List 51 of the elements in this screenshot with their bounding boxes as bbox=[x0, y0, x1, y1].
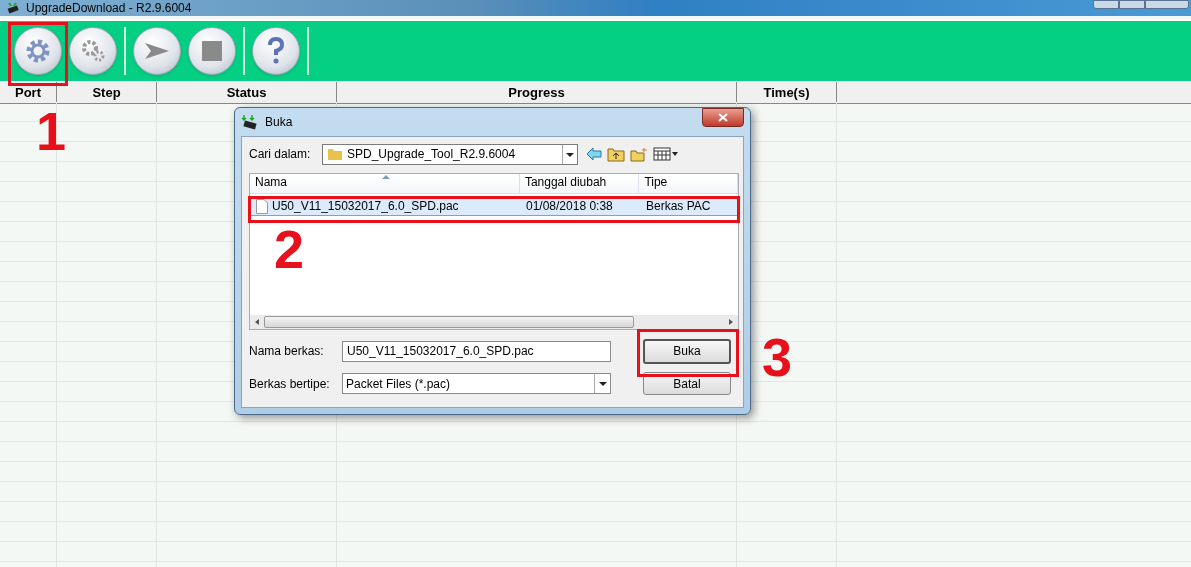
app-icon bbox=[6, 2, 20, 14]
column-header[interactable]: Port bbox=[0, 82, 57, 103]
up-folder-icon bbox=[607, 146, 625, 162]
step-number: 1 bbox=[36, 104, 67, 158]
file-name-field[interactable]: U50_V11_15032017_6.0_SPD.pac bbox=[342, 340, 611, 362]
stop-button[interactable] bbox=[188, 27, 236, 75]
stop-icon bbox=[202, 41, 222, 61]
dialog-title: Buka bbox=[265, 114, 293, 131]
column-header[interactable]: Progress bbox=[337, 82, 737, 103]
gear-icon bbox=[24, 37, 52, 65]
new-folder-icon bbox=[630, 146, 648, 162]
look-in-value: SPD_Upgrade_Tool_R2.9.6004 bbox=[347, 146, 517, 163]
window-title: UpgradeDownload - R2.9.6004 bbox=[26, 0, 192, 17]
maximize-button[interactable] bbox=[1119, 0, 1145, 9]
column-header[interactable]: Nama bbox=[250, 174, 520, 193]
dropdown-arrow-icon bbox=[594, 374, 610, 393]
help-icon bbox=[266, 37, 286, 65]
column-header[interactable]: Tipe bbox=[639, 174, 738, 193]
file-name-label: Nama berkas: bbox=[249, 343, 325, 360]
highlight-frame bbox=[8, 22, 68, 86]
step-number: 3 bbox=[762, 330, 793, 384]
step-number: 2 bbox=[274, 222, 305, 276]
settings-button[interactable] bbox=[14, 27, 62, 75]
close-button[interactable] bbox=[702, 108, 744, 127]
view-menu-icon bbox=[653, 147, 679, 161]
column-header[interactable]: Step bbox=[57, 82, 157, 103]
file-icon bbox=[256, 198, 268, 214]
help-button[interactable] bbox=[252, 27, 300, 75]
sort-arrow-icon bbox=[382, 175, 390, 179]
open-button[interactable]: Buka bbox=[643, 338, 731, 364]
file-type-value: Packet Files (*.pac) bbox=[346, 375, 452, 393]
close-icon bbox=[718, 113, 728, 122]
column-header[interactable]: Status bbox=[157, 82, 337, 103]
file-date: 01/08/2018 0:38 bbox=[525, 198, 614, 215]
arrow-icon bbox=[143, 41, 171, 61]
file-type: Berkas PAC bbox=[645, 198, 711, 215]
column-header[interactable]: Tanggal diubah bbox=[519, 174, 640, 193]
horizontal-scrollbar[interactable] bbox=[250, 315, 738, 329]
folder-icon bbox=[327, 147, 343, 161]
file-type-dropdown[interactable]: Packet Files (*.pac) bbox=[342, 373, 611, 394]
look-in-label: Cari dalam: bbox=[249, 146, 312, 163]
dropdown-arrow-icon bbox=[562, 144, 577, 164]
start-button[interactable] bbox=[133, 27, 181, 75]
file-name: U50_V11_15032017_6.0_SPD.pac bbox=[272, 198, 459, 215]
look-in-dropdown[interactable]: SPD_Upgrade_Tool_R2.9.6004 bbox=[322, 143, 578, 165]
minimize-button[interactable] bbox=[1093, 0, 1119, 9]
file-type-label: Berkas bertipe: bbox=[249, 375, 331, 393]
gears-button[interactable] bbox=[69, 27, 117, 75]
back-arrow-icon bbox=[586, 147, 602, 161]
download-icon bbox=[241, 114, 259, 130]
scrollbar-thumb[interactable] bbox=[264, 316, 634, 328]
